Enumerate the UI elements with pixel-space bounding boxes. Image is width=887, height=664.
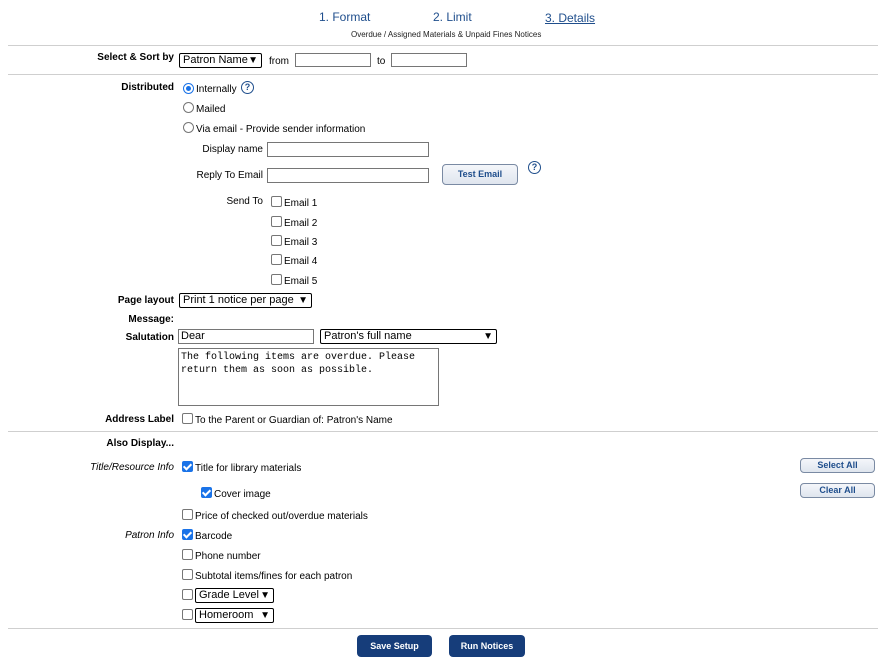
- grade-level-value: Grade Level: [199, 589, 259, 601]
- cover-image-label: Cover image: [214, 489, 271, 500]
- homeroom-select[interactable]: Homeroom ▼: [195, 608, 274, 623]
- from-label: from: [269, 56, 289, 67]
- email-3-checkbox[interactable]: [271, 235, 282, 246]
- email-5-checkbox[interactable]: [271, 274, 282, 285]
- help-icon[interactable]: ?: [241, 81, 254, 94]
- salutation-name-select[interactable]: Patron's full name ▼: [320, 329, 497, 344]
- run-notices-button[interactable]: Run Notices: [449, 635, 525, 657]
- subtotal-checkbox[interactable]: [182, 569, 193, 580]
- email-2-checkbox[interactable]: [271, 216, 282, 227]
- mailed-radio[interactable]: [183, 102, 194, 113]
- page-layout-label: Page layout: [117, 295, 174, 306]
- email-4-label: Email 4: [284, 256, 318, 267]
- divider: [8, 74, 878, 75]
- email-1-label: Email 1: [284, 198, 318, 209]
- chevron-down-icon: ▼: [260, 610, 270, 621]
- parent-guardian-checkbox[interactable]: [182, 413, 193, 424]
- message-label: Message:: [128, 314, 174, 325]
- internally-radio[interactable]: [183, 83, 194, 94]
- divider: [8, 431, 878, 432]
- sort-select-value: Patron Name: [183, 54, 248, 66]
- grade-level-checkbox[interactable]: [182, 589, 193, 600]
- email-1-checkbox[interactable]: [271, 196, 282, 207]
- price-checkbox[interactable]: [182, 509, 193, 520]
- email-2-label: Email 2: [284, 218, 318, 229]
- select-all-button[interactable]: Select All: [800, 458, 875, 473]
- price-label: Price of checked out/overdue materials: [195, 511, 368, 522]
- divider: [8, 45, 878, 46]
- send-to-label: Send To: [226, 196, 263, 207]
- phone-number-checkbox[interactable]: [182, 549, 193, 560]
- via-email-label: Via email - Provide sender information: [196, 124, 366, 135]
- divider: [8, 628, 878, 629]
- homeroom-value: Homeroom: [199, 609, 254, 621]
- chevron-down-icon: ▼: [260, 590, 270, 601]
- internally-label: Internally: [196, 84, 237, 95]
- save-setup-button[interactable]: Save Setup: [357, 635, 432, 657]
- to-input[interactable]: [391, 53, 467, 67]
- email-5-label: Email 5: [284, 276, 318, 287]
- display-name-input[interactable]: [267, 142, 429, 157]
- via-email-radio[interactable]: [183, 122, 194, 133]
- salutation-name-value: Patron's full name: [324, 330, 412, 342]
- parent-guardian-label: To the Parent or Guardian of: Patron's N…: [195, 415, 393, 426]
- patron-info-label: Patron Info: [125, 530, 174, 541]
- reply-to-email-label: Reply To Email: [196, 170, 263, 181]
- title-resource-info-label: Title/Resource Info: [90, 462, 174, 473]
- title-checkbox[interactable]: [182, 461, 193, 472]
- barcode-checkbox[interactable]: [182, 529, 193, 540]
- grade-level-select[interactable]: Grade Level ▼: [195, 588, 274, 603]
- address-label-label: Address Label: [105, 414, 174, 425]
- email-3-label: Email 3: [284, 237, 318, 248]
- subtotal-label: Subtotal items/fines for each patron: [195, 571, 353, 582]
- step-details-link[interactable]: 3. Details: [545, 11, 595, 25]
- step-format-link[interactable]: 1. Format: [319, 10, 370, 24]
- test-email-button[interactable]: Test Email: [442, 164, 518, 185]
- reply-to-email-input[interactable]: [267, 168, 429, 183]
- chevron-down-icon: ▼: [248, 55, 258, 66]
- page-subtitle: Overdue / Assigned Materials & Unpaid Fi…: [351, 30, 542, 39]
- mailed-label: Mailed: [196, 104, 226, 115]
- barcode-label: Barcode: [195, 531, 233, 542]
- from-input[interactable]: [295, 53, 371, 67]
- step-limit-link[interactable]: 2. Limit: [433, 10, 472, 24]
- phone-number-label: Phone number: [195, 551, 261, 562]
- homeroom-checkbox[interactable]: [182, 609, 193, 620]
- sort-select[interactable]: Patron Name ▼: [179, 53, 262, 68]
- clear-all-button[interactable]: Clear All: [800, 483, 875, 498]
- page-layout-value: Print 1 notice per page: [183, 294, 294, 306]
- cover-image-checkbox[interactable]: [201, 487, 212, 498]
- page-layout-select[interactable]: Print 1 notice per page ▼: [179, 293, 312, 308]
- salutation-label: Salutation: [125, 332, 174, 343]
- salutation-input[interactable]: Dear: [178, 329, 314, 344]
- help-icon[interactable]: ?: [528, 161, 541, 174]
- title-label: Title for library materials: [195, 463, 302, 474]
- chevron-down-icon: ▼: [483, 331, 493, 342]
- display-name-label: Display name: [202, 144, 263, 155]
- message-textarea[interactable]: The following items are overdue. Please …: [178, 348, 439, 406]
- to-label: to: [377, 56, 386, 67]
- chevron-down-icon: ▼: [298, 295, 308, 306]
- email-4-checkbox[interactable]: [271, 254, 282, 265]
- select-sort-label: Select & Sort by: [97, 52, 174, 63]
- distributed-label: Distributed: [121, 82, 174, 93]
- also-display-label: Also Display...: [106, 438, 174, 449]
